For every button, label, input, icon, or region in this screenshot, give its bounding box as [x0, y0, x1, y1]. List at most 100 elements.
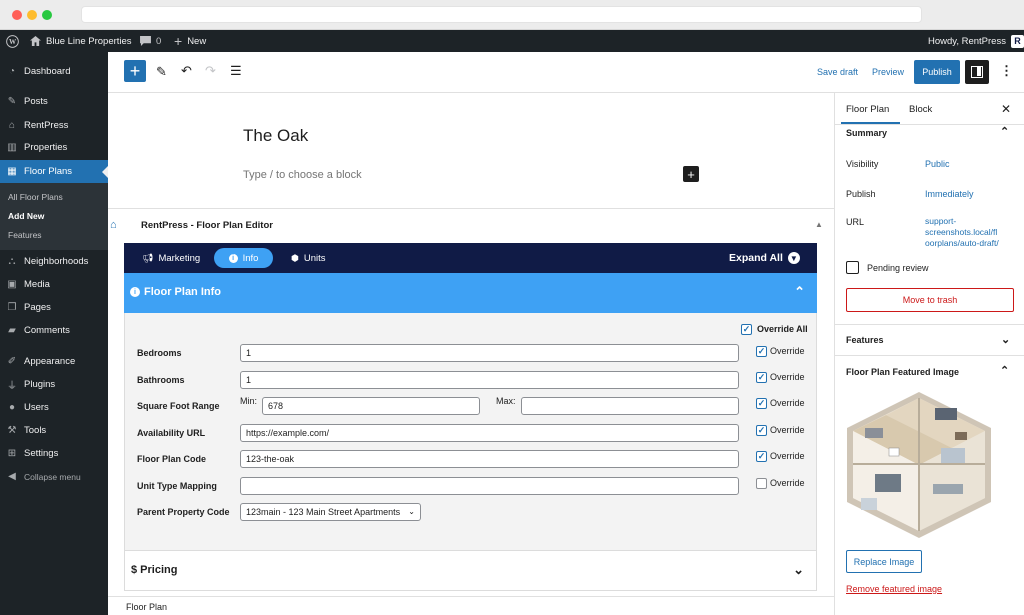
submenu-features[interactable]: Features: [8, 230, 42, 240]
tab-block[interactable]: Block: [909, 104, 932, 115]
maximize-window-icon[interactable]: [42, 10, 52, 20]
panel-tabs: Floor Plan Block ✕: [835, 93, 1024, 125]
availability-url-input[interactable]: https://example.com/: [240, 424, 739, 442]
sidebar-item-media[interactable]: ▣ Media: [0, 273, 108, 296]
sidebar-item-rentpress[interactable]: ⌂ RentPress: [0, 114, 108, 137]
pages-icon: ❐: [7, 302, 17, 313]
sidebar-item-plugins[interactable]: ⏚ Plugins: [0, 373, 108, 396]
featured-image-heading[interactable]: Floor Plan Featured Image: [846, 367, 959, 377]
chevron-down-icon[interactable]: ⌄: [1001, 333, 1010, 346]
sidebar-item-posts[interactable]: ✎ Posts: [0, 90, 108, 113]
address-bar[interactable]: [81, 6, 922, 23]
floor-plan-code-label: Floor Plan Code: [137, 454, 207, 464]
publish-value[interactable]: Immediately: [925, 189, 974, 199]
settings-panel-toggle[interactable]: [965, 60, 989, 84]
close-icon[interactable]: ✕: [1001, 102, 1011, 116]
bedrooms-input[interactable]: 1: [240, 344, 739, 362]
sidebar-item-settings[interactable]: ⊞ Settings: [0, 442, 108, 465]
footer-breadcrumb-bar: Floor Plan: [108, 596, 834, 615]
sidebar-item-neighborhoods[interactable]: ⛬ Neighborhoods: [0, 250, 108, 273]
move-to-trash-button[interactable]: Move to trash: [846, 288, 1014, 312]
url-value[interactable]: support- screenshots.local/fl oorplans/a…: [925, 216, 999, 249]
divider: [108, 208, 834, 209]
save-draft-button[interactable]: Save draft: [817, 67, 858, 77]
publish-button[interactable]: Publish: [914, 60, 960, 84]
inline-add-block-button[interactable]: +: [683, 166, 699, 182]
add-block-button[interactable]: +: [124, 60, 146, 82]
remove-featured-image-link[interactable]: Remove featured image: [846, 584, 942, 594]
admin-sidebar: ◔ Dashboard ✎ Posts ⌂ RentPress ▥ Proper…: [0, 52, 108, 615]
sidebar-item-tools[interactable]: ⚒ Tools: [0, 419, 108, 442]
sidebar-item-label: Posts: [24, 96, 48, 107]
pricing-title: $ Pricing: [131, 564, 178, 576]
tab-floor-plan[interactable]: Floor Plan: [846, 104, 889, 115]
bathrooms-input[interactable]: 1: [240, 371, 739, 389]
sidebar-item-pages[interactable]: ❐ Pages: [0, 296, 108, 319]
pricing-section-header[interactable]: $ Pricing ⌄: [124, 551, 817, 591]
sidebar-item-label: Plugins: [24, 379, 56, 390]
list-view-icon[interactable]: ☰: [230, 63, 242, 79]
sidebar-item-label: Media: [24, 279, 50, 290]
chevron-down-icon: ⌄: [793, 562, 804, 577]
redo-icon[interactable]: ↷: [205, 63, 216, 79]
override-label: Override: [770, 478, 805, 488]
wordpress-logo-icon[interactable]: W: [6, 30, 19, 52]
collapse-metabox-icon[interactable]: ▲: [815, 220, 823, 229]
floor-plan-info-header[interactable]: i Floor Plan Info ⌃: [124, 273, 817, 313]
user-avatar: R: [1010, 34, 1024, 48]
undo-icon[interactable]: ↶: [181, 63, 192, 79]
bathrooms-override-checkbox[interactable]: ✓: [756, 372, 767, 383]
sidebar-item-appearance[interactable]: ✐ Appearance: [0, 350, 108, 373]
summary-heading[interactable]: Summary: [846, 128, 887, 138]
parent-property-code-select[interactable]: 123main - 123 Main Street Apartments ⌄: [240, 503, 421, 521]
submenu-all-floor-plans[interactable]: All Floor Plans: [8, 192, 63, 202]
minimize-window-icon[interactable]: [27, 10, 37, 20]
new-content-link[interactable]: + New: [174, 30, 206, 52]
sidebar-item-comments[interactable]: ▰ Comments: [0, 319, 108, 342]
sidebar-item-dashboard[interactable]: ◔ Dashboard: [0, 60, 108, 83]
sqft-max-input[interactable]: [521, 397, 739, 415]
collapse-icon: ◀: [8, 471, 16, 482]
chevron-up-icon[interactable]: ⌃: [1000, 364, 1009, 377]
unit-type-mapping-input[interactable]: [240, 477, 739, 495]
tab-marketing[interactable]: 📢︎ Marketing: [142, 248, 200, 268]
new-label: New: [187, 35, 207, 47]
collapse-menu-button[interactable]: ◀ Collapse menu: [0, 465, 108, 488]
sidebar-item-floor-plans[interactable]: ▦ Floor Plans: [0, 160, 108, 183]
info-icon: i: [130, 287, 140, 297]
plus-icon: +: [129, 60, 141, 81]
floor-plan-code-input[interactable]: 123-the-oak: [240, 450, 739, 468]
floor-plan-code-override-checkbox[interactable]: ✓: [756, 451, 767, 462]
expand-all-button[interactable]: Expand All ▼: [729, 248, 800, 268]
floor-plan-featured-image[interactable]: [845, 388, 993, 542]
post-title[interactable]: The Oak: [243, 126, 308, 146]
tab-units[interactable]: ⬢ Units: [291, 248, 326, 268]
pending-review-checkbox[interactable]: [846, 261, 859, 274]
override-all-checkbox[interactable]: ✓: [741, 324, 752, 335]
bedrooms-label: Bedrooms: [137, 348, 182, 358]
chevron-up-icon[interactable]: ⌃: [794, 284, 805, 300]
close-window-icon[interactable]: [12, 10, 22, 20]
unit-type-mapping-override-checkbox[interactable]: [756, 478, 767, 489]
more-options-icon[interactable]: ⋮: [1000, 63, 1013, 79]
account-menu[interactable]: Howdy, RentPress R: [928, 30, 1024, 52]
submenu-add-new[interactable]: Add New: [8, 211, 44, 221]
sidebar-item-properties[interactable]: ▥ Properties: [0, 136, 108, 159]
preview-button[interactable]: Preview: [872, 67, 904, 77]
availability-url-override-checkbox[interactable]: ✓: [756, 425, 767, 436]
sidebar-item-users[interactable]: ● Users: [0, 396, 108, 419]
wrench-icon: ⚒: [7, 425, 17, 436]
breadcrumb[interactable]: Floor Plan: [126, 602, 167, 612]
sqft-min-input[interactable]: 678: [262, 397, 480, 415]
tab-info[interactable]: i Info: [214, 248, 273, 268]
bedrooms-override-checkbox[interactable]: ✓: [756, 346, 767, 357]
replace-image-button[interactable]: Replace Image: [846, 550, 922, 573]
chevron-up-icon[interactable]: ⌃: [1000, 125, 1009, 138]
edit-tool-icon[interactable]: ✎: [156, 64, 167, 80]
comments-link[interactable]: 0: [140, 30, 161, 52]
block-placeholder[interactable]: Type / to choose a block: [243, 169, 362, 181]
features-heading[interactable]: Features: [846, 335, 884, 345]
site-name-link[interactable]: Blue Line Properties: [30, 30, 132, 52]
sqft-override-checkbox[interactable]: ✓: [756, 398, 767, 409]
visibility-value[interactable]: Public: [925, 159, 950, 169]
